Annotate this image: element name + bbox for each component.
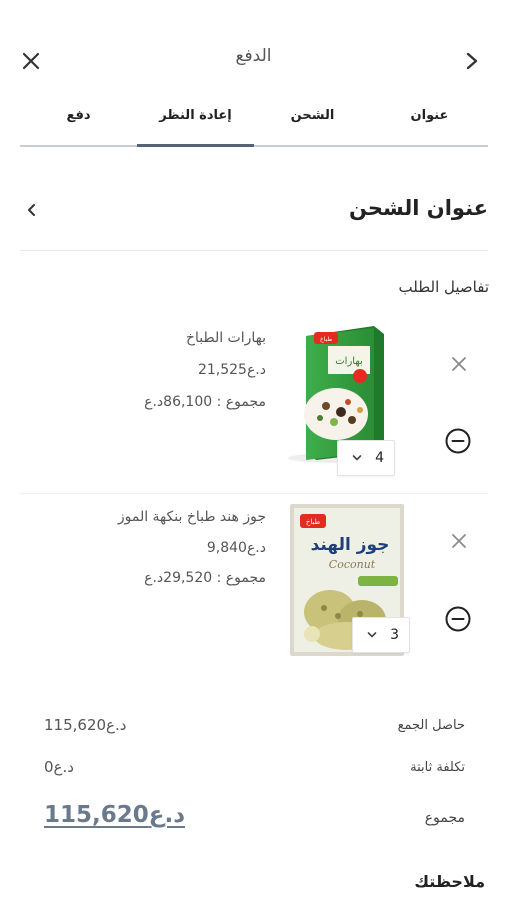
chevron-down-icon xyxy=(352,455,362,461)
step-label: دفع xyxy=(66,108,91,123)
item-price: 21,525د.ع xyxy=(197,362,266,378)
svg-text:طباخ: طباخ xyxy=(306,518,321,526)
total-value: 115,620د.ع xyxy=(44,802,186,828)
step-label: إعادة النظر xyxy=(159,108,232,123)
subtotal-label: حاصل الجمع xyxy=(397,718,465,733)
order-item: بهارات الطباخ 21,525د.ع مجموع : 86,100د.… xyxy=(20,322,488,482)
svg-text:طباخ: طباخ xyxy=(320,336,333,343)
step-payment[interactable]: دفع xyxy=(20,108,137,150)
back-button[interactable] xyxy=(455,44,489,78)
divider xyxy=(20,493,488,494)
item-total: مجموع : 29,520د.ع xyxy=(144,570,266,586)
svg-text:جوز الهند: جوز الهند xyxy=(311,535,390,555)
subtotal-value: 115,620د.ع xyxy=(44,716,127,734)
quantity-value: 3 xyxy=(390,627,399,643)
step-indicator xyxy=(20,145,137,147)
item-total: مجموع : 86,100د.ع xyxy=(144,394,266,410)
header: الدفع xyxy=(0,0,507,118)
divider xyxy=(20,250,488,251)
minus-circle-icon xyxy=(445,606,471,632)
shipping-address-title: عنوان الشحن xyxy=(348,196,488,220)
svg-text:بهارات: بهارات xyxy=(335,356,362,367)
item-name: جوز هند طباخ بنكهة الموز xyxy=(117,509,266,525)
step-indicator-active xyxy=(137,144,254,147)
subtotal-row: حاصل الجمع 115,620د.ع xyxy=(40,716,465,740)
decrease-quantity-button[interactable] xyxy=(444,605,472,633)
step-address[interactable]: عنوان xyxy=(371,108,488,150)
step-indicator xyxy=(371,145,488,147)
total-label: مجموع xyxy=(424,810,465,826)
step-indicator xyxy=(254,145,371,147)
order-details-title: تفاصيل الطلب xyxy=(398,278,489,296)
step-label: عنوان xyxy=(410,108,449,123)
shipping-address-row[interactable]: عنوان الشحن xyxy=(20,186,488,238)
step-review[interactable]: إعادة النظر xyxy=(137,108,254,150)
order-item: جوز هند طباخ بنكهة الموز 9,840د.ع مجموع … xyxy=(20,500,488,660)
chevron-down-icon xyxy=(367,632,377,638)
remove-item-button[interactable] xyxy=(446,351,472,377)
chevron-right-icon xyxy=(466,52,478,70)
item-name: بهارات الطباخ xyxy=(185,330,266,346)
minus-circle-icon xyxy=(445,428,471,454)
quantity-select[interactable]: 3 xyxy=(352,617,410,653)
total-row: مجموع 115,620د.ع xyxy=(40,802,465,832)
remove-item-button[interactable] xyxy=(446,528,472,554)
close-icon xyxy=(452,357,466,371)
checkout-steps: عنوان الشحن إعادة النظر دفع xyxy=(20,108,488,150)
decrease-quantity-button[interactable] xyxy=(444,427,472,455)
notes-label: ملاحظتك xyxy=(414,872,485,891)
fixed-cost-value: 0د.ع xyxy=(44,758,74,776)
fixed-cost-label: تكلفة ثابتة xyxy=(410,760,465,775)
svg-text:Coconut: Coconut xyxy=(329,558,376,571)
chevron-left-icon xyxy=(28,204,35,216)
page-title: الدفع xyxy=(235,46,272,66)
item-price: 9,840د.ع xyxy=(206,540,266,556)
step-shipping[interactable]: الشحن xyxy=(254,108,371,150)
fixed-cost-row: تكلفة ثابتة 0د.ع xyxy=(40,758,465,782)
quantity-select[interactable]: 4 xyxy=(337,440,395,476)
step-label: الشحن xyxy=(290,108,335,123)
quantity-value: 4 xyxy=(375,450,384,466)
close-icon xyxy=(452,534,466,548)
